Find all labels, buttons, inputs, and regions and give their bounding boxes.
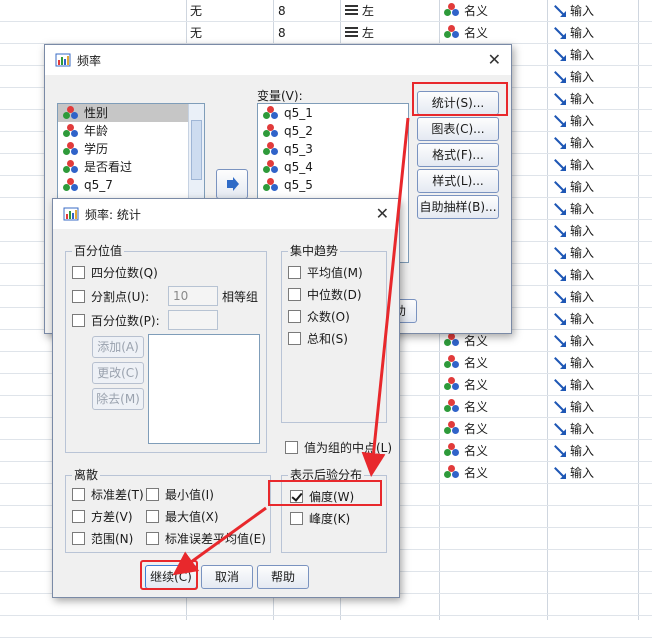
annotation-arrows [172,117,410,576]
arrow-to-continue [172,506,267,576]
arrow-to-skewness [361,117,410,477]
